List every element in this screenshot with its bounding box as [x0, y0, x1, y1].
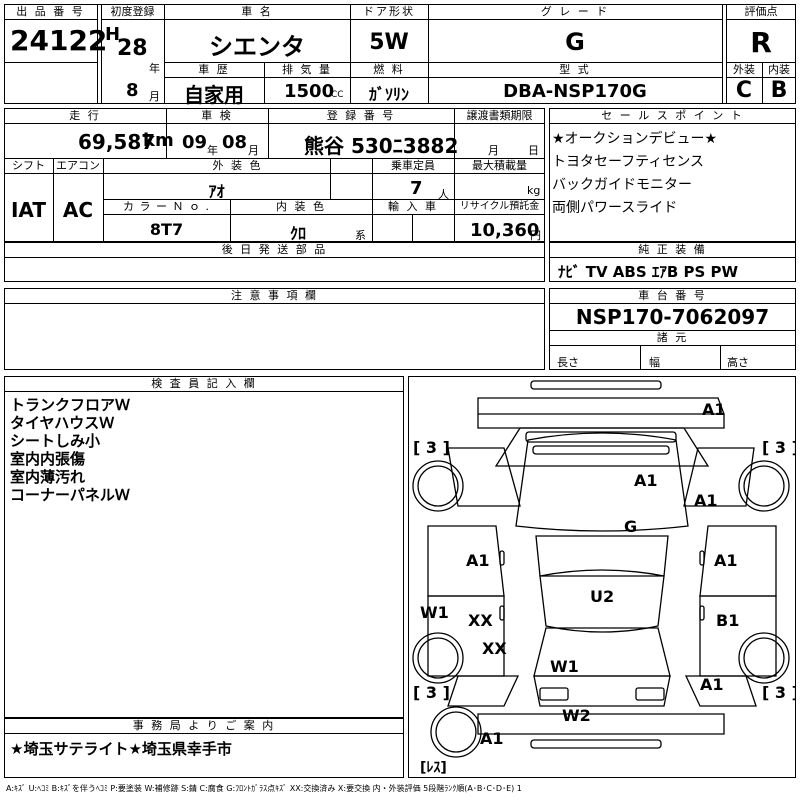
- score-label: 評価点: [744, 5, 778, 18]
- insp-month-unit: 月: [248, 144, 259, 157]
- sales-point-item: トヨタセーフティセンス: [552, 154, 705, 170]
- car-name-label: 車 名: [241, 5, 273, 18]
- car-name: シエンタ: [209, 33, 305, 61]
- int-label: 内装: [768, 63, 790, 76]
- dim-width: 幅: [649, 356, 660, 369]
- sales-point-item: バックガイドモニター: [552, 177, 692, 193]
- mileage-unit: km: [143, 130, 174, 151]
- shift: IAT: [10, 198, 46, 222]
- ext-grade: C: [735, 78, 753, 103]
- dim-height: 高さ: [727, 356, 749, 369]
- max-load-label: 最大積載量: [472, 159, 527, 172]
- grade: G: [565, 28, 585, 56]
- equipment-list: ﾅﾋﾞ TV ABS ｴｱB PS PW: [558, 263, 739, 281]
- lot-label: 出 品 番 号: [16, 5, 85, 18]
- reg-year: 28: [117, 36, 148, 61]
- later-parts-label: 後 日 発 送 部 品: [221, 243, 328, 256]
- import-label: 輸 入 車: [388, 200, 438, 213]
- transfer-month: 月: [488, 144, 499, 157]
- inspector-label: 検 査 員 記 入 欄: [151, 377, 257, 390]
- plate-label: 登 録 番 号: [326, 109, 396, 122]
- mileage-label: 走 行: [69, 109, 101, 122]
- damage-mark: A1: [634, 471, 658, 490]
- damage-mark: XX: [468, 611, 493, 630]
- damage-mark: W1: [420, 603, 449, 622]
- spare-tire: [ﾚｽ]: [420, 760, 447, 776]
- ext-color: ｱｵ: [208, 182, 225, 201]
- damage-mark: W1: [550, 657, 579, 676]
- month-unit: 月: [149, 90, 160, 103]
- model-code: DBA-NSP170G: [503, 81, 647, 102]
- year-unit: 年: [149, 62, 160, 75]
- damage-mark: A1: [466, 551, 490, 570]
- ac-label: エアコン: [56, 159, 100, 172]
- notes-label: 注 意 事 項 欄: [231, 289, 318, 302]
- ext-color-label: 外 装 色: [212, 159, 263, 172]
- history-label: 車 歴: [198, 63, 230, 76]
- damage-mark: XX: [482, 639, 507, 658]
- tire-bl: [ 3 ]: [413, 683, 450, 702]
- int-color-label: 内 装 色: [276, 200, 326, 213]
- insp-year: 09: [182, 132, 208, 153]
- inspection-label: 車 検: [201, 109, 233, 122]
- lot-number: 24122: [10, 24, 108, 57]
- displacement-label: 排 気 量: [282, 63, 332, 76]
- legend: A:ｷｽﾞ U:ﾍｺﾐ B:ｷｽﾞを伴うﾍｺﾐ P:要塗装 W:補修跡 S:錆 …: [6, 784, 522, 793]
- score: R: [750, 26, 772, 59]
- insp-month: 08: [222, 132, 248, 153]
- door-label: ドア形状: [363, 5, 415, 18]
- cc-unit: CC: [331, 90, 344, 100]
- sales-point-item: 両側パワースライド: [552, 200, 678, 216]
- grade-label: グ レ ー ド: [540, 5, 610, 18]
- tire-br: [ 3 ]: [762, 683, 796, 702]
- color-no-label: カ ラ ー Ｎ ｏ .: [123, 200, 210, 213]
- transfer-label: 譲渡書類期限: [466, 109, 533, 122]
- equipment-label: 純 正 装 備: [638, 243, 707, 256]
- fuel: ｶﾞｿﾘﾝ: [368, 85, 409, 104]
- inspector-note: コーナーパネルＷ: [10, 486, 130, 504]
- int-color: ｸﾛ: [290, 224, 307, 243]
- insp-year-unit: 年: [207, 144, 218, 157]
- damage-mark: A1: [700, 675, 724, 694]
- recycle-label: リサイクル預託金: [459, 201, 540, 212]
- model-label: 型 式: [559, 63, 591, 76]
- damage-mark: A1: [714, 551, 738, 570]
- door-type: 5W: [369, 30, 409, 55]
- history: 自家用: [184, 83, 244, 107]
- tire-tl: [ 3 ]: [413, 438, 450, 457]
- ac: AC: [62, 198, 94, 222]
- damage-mark: U2: [590, 587, 614, 606]
- int-color-suffix: 系: [355, 229, 366, 242]
- damage-mark: A1: [702, 400, 726, 419]
- office-label: 事 務 局 よ り ご 案 内: [132, 719, 276, 732]
- damage-mark: W2: [562, 706, 591, 725]
- capacity-label: 乗車定員: [391, 159, 435, 172]
- dims-label: 諸 元: [656, 331, 689, 344]
- office-text: ★埼玉サテライト★埼玉県幸手市: [10, 740, 232, 758]
- plate-number: 熊谷 530ﾆ3882: [304, 134, 459, 158]
- ext-label: 外装: [733, 63, 755, 76]
- tire-tr: [ 3 ]: [762, 438, 796, 457]
- damage-mark: A1: [694, 491, 718, 510]
- reg-month: 8: [126, 80, 139, 101]
- sales-point-item: ★オークションデビュー★: [552, 131, 718, 147]
- dim-length: 長さ: [557, 356, 579, 369]
- max-load-unit: kg: [527, 184, 541, 197]
- shift-label: シフト: [12, 159, 45, 172]
- color-no: 8T7: [149, 220, 184, 239]
- fuel-label: 燃 料: [373, 63, 405, 76]
- chassis-number: NSP170-7062097: [575, 305, 770, 329]
- damage-mark: B1: [716, 611, 739, 630]
- chassis-label: 車 台 番 号: [638, 289, 707, 302]
- damage-mark: A1: [480, 729, 504, 748]
- car-diagram: [ 3 ] [ 3 ] [ 3 ] [ 3 ] [ﾚｽ] A1 A1 A1 G …: [412, 380, 796, 776]
- damage-mark: G: [624, 517, 637, 536]
- first-reg-label: 初度登録: [110, 5, 155, 18]
- displacement: 1500: [284, 81, 335, 102]
- transfer-day: 日: [528, 144, 539, 157]
- int-grade: B: [770, 78, 788, 103]
- capacity: 7: [410, 178, 423, 199]
- sales-points-label: セ ー ル ス ポ イ ン ト: [601, 109, 744, 122]
- recycle-unit: 円: [530, 229, 541, 242]
